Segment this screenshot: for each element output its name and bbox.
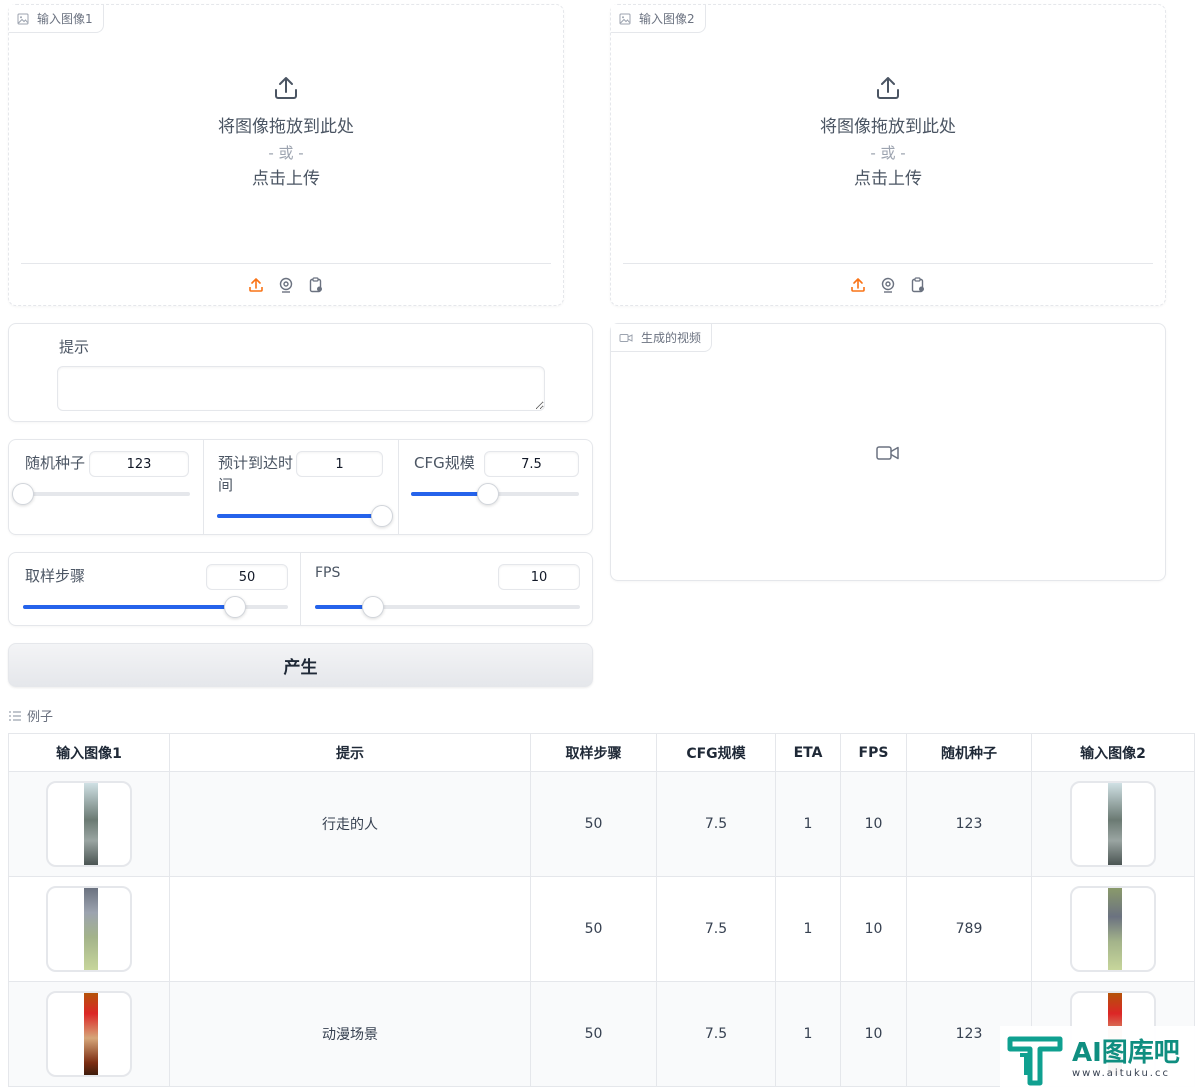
clipboard-icon[interactable] — [909, 276, 927, 294]
table-row[interactable]: 50 7.5 1 10 789 — [8, 876, 1195, 982]
steps-slider: 取样步骤 50 — [9, 553, 300, 625]
generated-video-label: 生成的视频 — [611, 324, 713, 352]
source-selector-2 — [623, 263, 1153, 305]
header-cell: 随机种子 — [906, 733, 1032, 772]
upload-source-icon[interactable] — [849, 276, 867, 294]
image-icon — [619, 13, 631, 24]
eta-slider: 预计到达时间 1 — [204, 440, 398, 534]
generate-button[interactable]: 产生 — [8, 643, 593, 687]
header-cell: 输入图像1 — [8, 733, 170, 772]
header-cell: FPS — [840, 733, 907, 772]
header-cell: 输入图像2 — [1031, 733, 1195, 772]
example-thumbnail[interactable] — [46, 886, 132, 972]
upload-dropzone-2[interactable]: 将图像拖放到此处 - 或 - 点击上传 — [611, 75, 1165, 191]
click-upload-text[interactable]: 点击上传 — [252, 167, 320, 191]
cfg-label: CFG规模 — [414, 454, 475, 472]
header-cell: 提示 — [169, 733, 531, 772]
source-selector-1 — [21, 263, 551, 305]
brand-logo — [1007, 1036, 1063, 1086]
watermark: AI图库吧 www.aituku.cc — [1000, 1026, 1196, 1090]
cfg-thumb[interactable] — [477, 483, 500, 505]
header-cell: ETA — [775, 733, 841, 772]
cfg-slider: CFG规模 7.5 — [399, 440, 593, 534]
brand-name: AI图库吧 — [1072, 1037, 1180, 1068]
list-icon — [9, 710, 21, 721]
header-cell: CFG规模 — [656, 733, 776, 772]
clipboard-icon[interactable] — [307, 276, 325, 294]
example-thumbnail[interactable] — [1070, 781, 1156, 867]
upload-icon — [877, 77, 899, 99]
prompt-panel: 提示 — [8, 323, 593, 422]
seed-track[interactable] — [12, 483, 190, 505]
example-thumbnail[interactable] — [46, 991, 132, 1077]
drop-text: 将图像拖放到此处 — [820, 117, 956, 137]
input-image-2-label: 输入图像2 — [611, 5, 706, 33]
steps-fill — [23, 605, 235, 609]
fps-slider: FPS 10 — [301, 553, 593, 625]
generated-video-panel: 生成的视频 — [610, 323, 1166, 581]
eta-track[interactable] — [217, 505, 393, 527]
fps-track[interactable] — [315, 596, 580, 618]
brand-url: www.aituku.cc — [1072, 1067, 1170, 1079]
cfg-number-input[interactable]: 7.5 — [484, 451, 579, 477]
or-text: - 或 - — [268, 144, 304, 162]
fps-thumb[interactable] — [362, 596, 385, 618]
click-upload-text[interactable]: 点击上传 — [854, 167, 922, 191]
steps-track[interactable] — [23, 596, 288, 618]
upload-icon — [275, 77, 297, 99]
eta-thumb[interactable] — [371, 505, 393, 527]
or-text: - 或 - — [870, 144, 906, 162]
drop-text: 将图像拖放到此处 — [218, 117, 354, 137]
eta-number-input[interactable]: 1 — [296, 451, 383, 477]
webcam-icon[interactable] — [277, 276, 295, 294]
video-placeholder-icon — [876, 446, 899, 460]
example-prompt — [169, 876, 531, 982]
header-cell: 取样步骤 — [530, 733, 657, 772]
seed-label: 随机种子 — [25, 454, 86, 472]
image-icon — [17, 13, 29, 24]
fps-number-input[interactable]: 10 — [498, 564, 580, 590]
webcam-icon[interactable] — [879, 276, 897, 294]
table-row[interactable]: 行走的人 50 7.5 1 10 123 — [8, 771, 1195, 877]
cfg-track[interactable] — [411, 483, 579, 505]
input-image-2-panel[interactable]: 输入图像2 将图像拖放到此处 - 或 - 点击上传 — [610, 4, 1166, 306]
eta-label: 预计到达时间 — [218, 454, 294, 494]
prompt-label: 提示 — [59, 338, 90, 356]
seed-thumb[interactable] — [12, 483, 34, 505]
table-header-row: 输入图像1 提示 取样步骤 CFG规模 ETA FPS 随机种子 输入图像2 — [8, 733, 1195, 772]
examples-header: 例子 — [9, 706, 53, 725]
example-prompt: 行走的人 — [169, 771, 531, 877]
slider-row-2: 取样步骤 50 FPS 10 — [8, 552, 593, 626]
input-image-1-label: 输入图像1 — [9, 5, 104, 33]
steps-thumb[interactable] — [224, 596, 246, 618]
slider-row-1: 随机种子 123 预计到达时间 1 CFG规模 7.5 — [8, 439, 593, 535]
input-image-1-panel[interactable]: 输入图像1 将图像拖放到此处 - 或 - 点击上传 — [8, 4, 564, 306]
seed-number-input[interactable]: 123 — [89, 451, 189, 477]
steps-number-input[interactable]: 50 — [206, 564, 288, 590]
video-icon — [619, 333, 633, 342]
upload-dropzone-1[interactable]: 将图像拖放到此处 - 或 - 点击上传 — [9, 75, 563, 191]
fps-label: FPS — [315, 565, 341, 581]
examples-title: 例子 — [27, 710, 54, 725]
prompt-input[interactable] — [57, 366, 545, 411]
seed-slider: 随机种子 123 — [9, 440, 203, 534]
eta-fill — [217, 514, 382, 518]
example-thumbnail[interactable] — [1070, 886, 1156, 972]
example-prompt: 动漫场景 — [169, 981, 531, 1087]
example-thumbnail[interactable] — [46, 781, 132, 867]
steps-label: 取样步骤 — [25, 567, 86, 585]
upload-source-icon[interactable] — [247, 276, 265, 294]
